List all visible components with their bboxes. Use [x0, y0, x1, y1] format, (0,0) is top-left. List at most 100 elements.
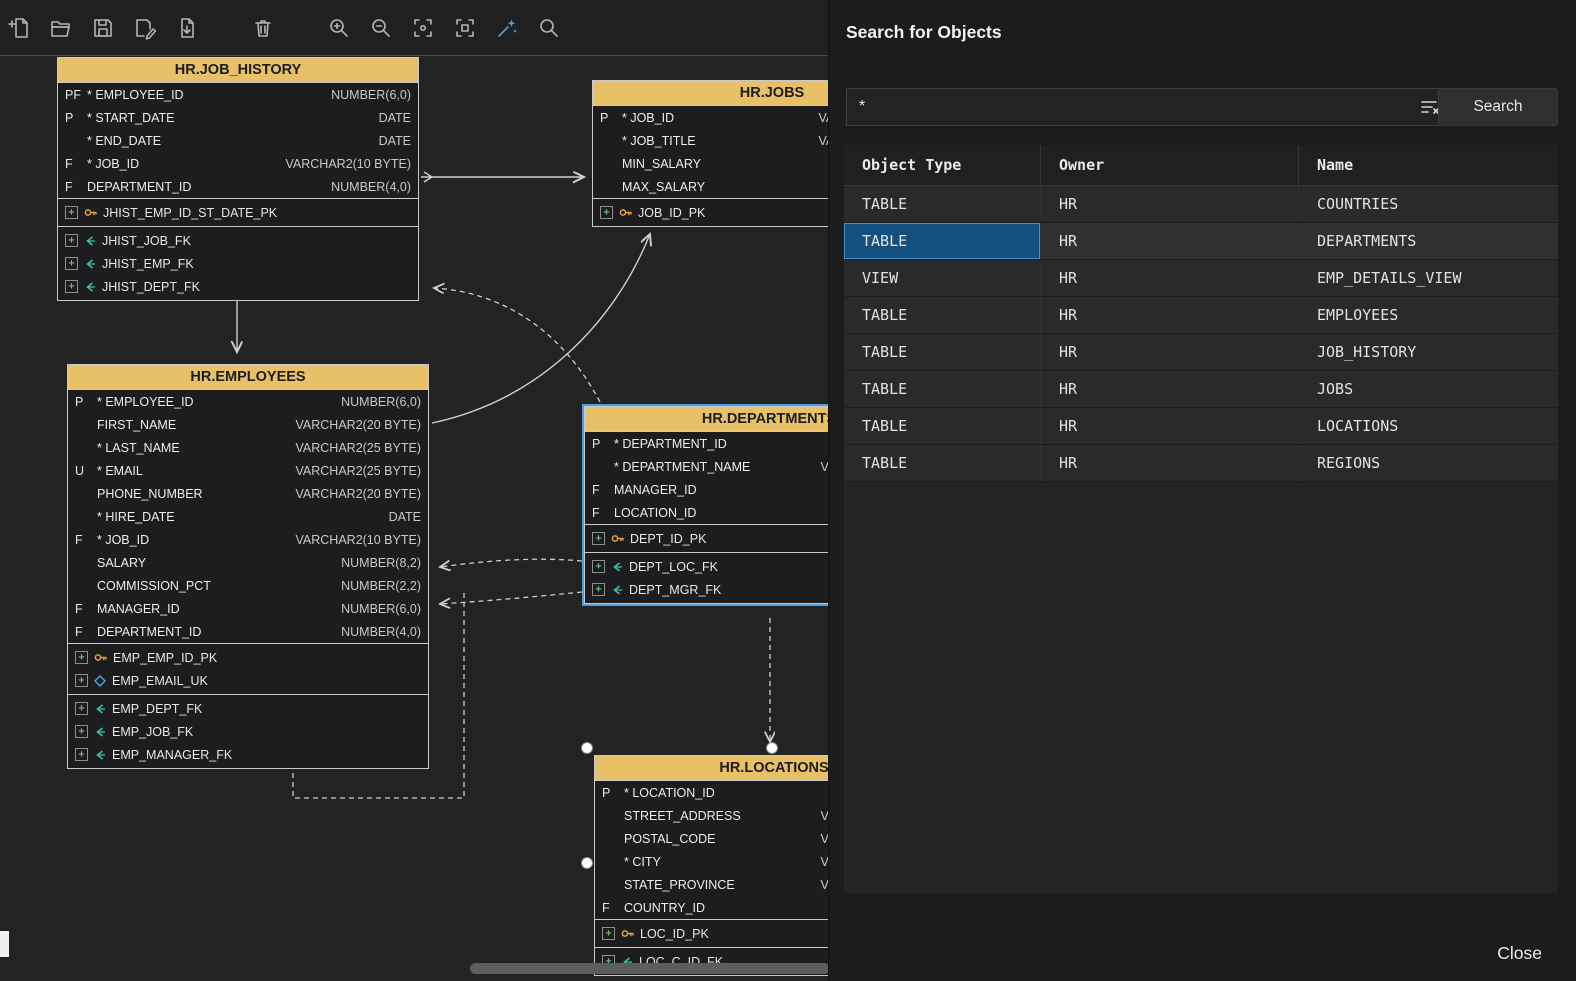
entity-hr-jobs[interactable]: HR.JOBSP* JOB_IDVARCHAR2(10 BYTE)* JOB_T…: [592, 80, 828, 227]
column-type: NUMBER(6,0): [321, 88, 411, 102]
column-row: F* JOB_IDVARCHAR2(10 BYTE): [68, 528, 428, 551]
column-type: NUMBER(4,0): [321, 180, 411, 194]
expand-icon[interactable]: +: [65, 234, 78, 247]
expand-icon[interactable]: +: [75, 702, 88, 715]
close-button[interactable]: Close: [1491, 942, 1548, 965]
scrollbar-thumb[interactable]: [470, 963, 828, 974]
result-row[interactable]: TABLEHRLOCATIONS: [844, 408, 1558, 445]
open-button[interactable]: [48, 15, 74, 41]
col-owner[interactable]: Owner: [1041, 145, 1299, 185]
save-button[interactable]: [90, 15, 116, 41]
wire-jhist-start-arrow: [424, 172, 432, 182]
key-flag: F: [75, 533, 97, 547]
zoom-in-button[interactable]: [326, 15, 352, 41]
key-flag: P: [75, 395, 97, 409]
result-row[interactable]: TABLEHRJOBS: [844, 371, 1558, 408]
result-owner: HR: [1041, 223, 1299, 259]
column-type: NUMBER(2,2): [331, 579, 421, 593]
column-name: MANAGER_ID: [97, 602, 180, 616]
result-row[interactable]: TABLEHRREGIONS: [844, 445, 1558, 482]
column-row: * LAST_NAMEVARCHAR2(25 BYTE): [68, 436, 428, 459]
column-row: FMANAGER_IDNUMBER(6,0): [585, 478, 828, 501]
constraint-row: + EMP_DEPT_FK: [68, 697, 428, 720]
column-name: DEPARTMENT_ID: [97, 625, 201, 639]
key-flag: F: [592, 506, 614, 520]
auto-layout-wand-button[interactable]: [494, 15, 520, 41]
column-name: PHONE_NUMBER: [97, 487, 203, 501]
column-row: P* DEPARTMENT_IDNUMBER(4,0): [585, 432, 828, 455]
delete-button[interactable]: [250, 15, 276, 41]
zoom-to-fit-button[interactable]: [452, 15, 478, 41]
column-name: * EMPLOYEE_ID: [87, 88, 184, 102]
new-diagram-button[interactable]: [6, 15, 32, 41]
fk-icon: [611, 561, 623, 573]
expand-icon[interactable]: +: [592, 560, 605, 573]
entity-hr-employees[interactable]: HR.EMPLOYEESP* EMPLOYEE_IDNUMBER(6,0)FIR…: [67, 364, 429, 769]
column-name: LOCATION_ID: [614, 506, 696, 520]
entity-title: HR.JOBS: [593, 81, 828, 106]
constraint-row: +DEPT_LOC_FK: [585, 555, 828, 578]
column-row: * HIRE_DATEDATE: [68, 505, 428, 528]
constraint-name: JHIST_JOB_FK: [102, 234, 191, 248]
selection-handle[interactable]: [767, 743, 778, 754]
result-row[interactable]: TABLEHRJOB_HISTORY: [844, 334, 1558, 371]
wire-dept-emp-1: [440, 559, 582, 567]
find-button[interactable]: [536, 15, 562, 41]
save-as-button[interactable]: [132, 15, 158, 41]
expand-icon[interactable]: +: [592, 532, 605, 545]
expand-icon[interactable]: +: [602, 927, 615, 940]
result-name: JOB_HISTORY: [1299, 334, 1558, 370]
constraint-name: JHIST_DEPT_FK: [102, 280, 200, 294]
column-row: P* EMPLOYEE_IDNUMBER(6,0): [68, 390, 428, 413]
expand-icon[interactable]: +: [75, 674, 88, 687]
pk-icon: [619, 206, 632, 219]
results-body: TABLEHRCOUNTRIESTABLEHRDEPARTMENTSVIEWHR…: [844, 186, 1558, 482]
expand-icon[interactable]: +: [65, 206, 78, 219]
expand-icon[interactable]: +: [75, 725, 88, 738]
constraint-row: +EMP_EMP_ID_PK: [68, 646, 428, 669]
search-input[interactable]: [847, 98, 1413, 116]
zoom-to-fit-selection-button[interactable]: [410, 15, 436, 41]
result-row[interactable]: TABLEHRCOUNTRIES: [844, 186, 1558, 223]
col-name[interactable]: Name: [1299, 145, 1558, 185]
constraint-name: LOC_ID_PK: [640, 927, 709, 941]
column-row: FLOCATION_IDNUMBER(4,0): [585, 501, 828, 524]
expand-icon[interactable]: +: [75, 651, 88, 664]
entity-title: HR.DEPARTMENTS: [585, 407, 828, 432]
constraint-name: EMP_DEPT_FK: [112, 702, 202, 716]
column-name: SALARY: [97, 556, 146, 570]
result-row[interactable]: TABLEHRDEPARTMENTS: [844, 223, 1558, 260]
column-name: STREET_ADDRESS: [624, 809, 741, 823]
selection-handle[interactable]: [582, 858, 593, 869]
horizontal-scrollbar[interactable]: [0, 962, 828, 975]
entity-hr-departments[interactable]: HR.DEPARTMENTSP* DEPARTMENT_IDNUMBER(4,0…: [584, 406, 828, 604]
expand-icon[interactable]: +: [600, 206, 613, 219]
key-flag: F: [75, 625, 97, 639]
column-type: VARCHAR2(10 BYTE): [276, 157, 412, 171]
column-name: MANAGER_ID: [614, 483, 697, 497]
export-report-button[interactable]: [174, 15, 200, 41]
expand-icon[interactable]: +: [592, 583, 605, 596]
entity-hr-locations[interactable]: HR.LOCATIONSP* LOCATION_IDNUMBER(4,0)STR…: [594, 755, 828, 976]
column-row: FMANAGER_IDNUMBER(6,0): [68, 597, 428, 620]
constraint-row: +JOB_ID_PK: [593, 201, 828, 224]
result-owner: HR: [1041, 334, 1299, 370]
result-object-type: TABLE: [844, 408, 1041, 444]
col-object-type[interactable]: Object Type: [844, 145, 1041, 185]
result-row[interactable]: VIEWHREMP_DETAILS_VIEW: [844, 260, 1558, 297]
column-name: * CITY: [624, 855, 661, 869]
expand-icon[interactable]: +: [75, 748, 88, 761]
diagram-canvas[interactable]: HR.JOB_HISTORYPF* EMPLOYEE_IDNUMBER(6,0)…: [0, 0, 828, 981]
entity-hr-job-history[interactable]: HR.JOB_HISTORYPF* EMPLOYEE_IDNUMBER(6,0)…: [57, 57, 419, 301]
expand-icon[interactable]: +: [65, 280, 78, 293]
result-owner: HR: [1041, 297, 1299, 333]
zoom-out-button[interactable]: [368, 15, 394, 41]
selection-handle[interactable]: [582, 743, 593, 754]
column-row: STREET_ADDRESSVARCHAR2(40 BYTE): [595, 804, 828, 827]
fk-icon: [84, 235, 96, 247]
expand-icon[interactable]: +: [65, 257, 78, 270]
constraint-row: +JHIST_EMP_FK: [58, 252, 418, 275]
result-row[interactable]: TABLEHREMPLOYEES: [844, 297, 1558, 334]
pk-icon: [611, 532, 624, 545]
search-button[interactable]: Search: [1438, 88, 1558, 126]
